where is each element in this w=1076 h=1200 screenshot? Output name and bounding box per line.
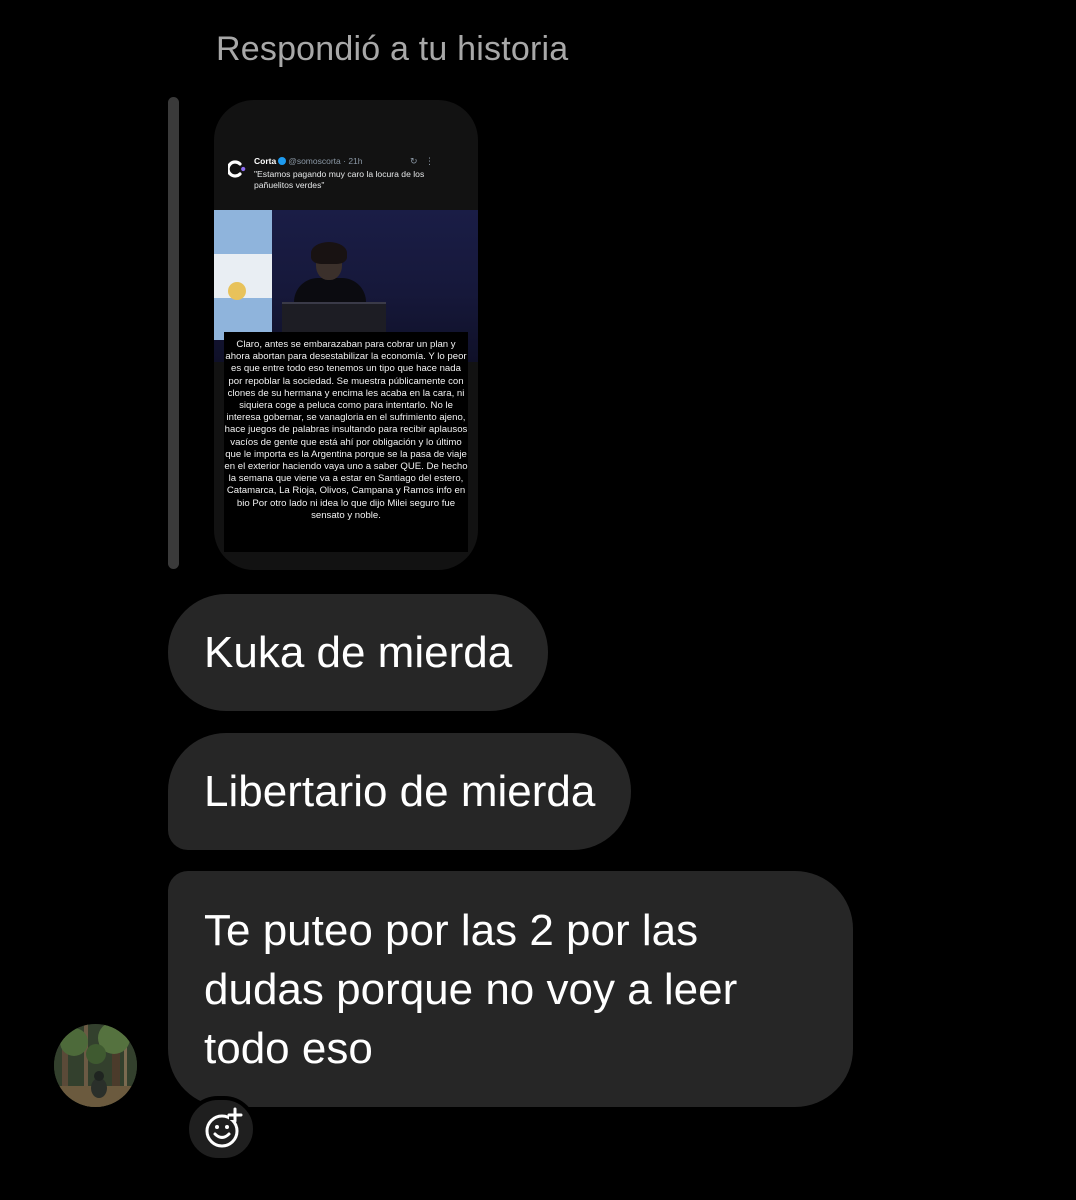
corta-logo-icon (228, 160, 246, 178)
tweet-action-icons: ↻ ⋮ (410, 156, 434, 167)
tweet-handle-time: @somoscorta · 21h (288, 156, 363, 166)
tweet-meta: Corta @somoscorta · 21h (254, 156, 363, 166)
message-bubble[interactable]: Libertario de mierda (168, 733, 632, 850)
refresh-icon: ↻ (409, 156, 418, 166)
story-caption: Claro, antes se embarazaban para cobrar … (224, 332, 468, 552)
story-preview[interactable]: Corta @somoscorta · 21h ↻ ⋮ "Estamos paga… (214, 100, 478, 570)
message-bubble[interactable]: Kuka de mierda (168, 594, 549, 711)
avatar[interactable] (54, 1024, 137, 1107)
avatar-photo-icon (54, 1024, 137, 1107)
add-reaction-button[interactable] (185, 1096, 257, 1162)
tweet-text: "Estamos pagando muy caro la locura de l… (254, 169, 425, 190)
message-bubble[interactable]: Te puteo por las 2 por las dudas porque … (168, 871, 853, 1107)
quote-bar (168, 97, 179, 569)
verified-badge-icon (278, 157, 287, 165)
more-options-icon: ⋮ (425, 156, 434, 166)
reply-header: Respondió a tu historia (216, 30, 569, 68)
tweet-header: Corta @somoscorta · 21h ↻ ⋮ "Estamos paga… (228, 156, 464, 216)
argentina-flag-image (214, 210, 272, 340)
tweet-account-name: Corta (254, 156, 277, 166)
add-reaction-smiley-icon (205, 1107, 243, 1148)
